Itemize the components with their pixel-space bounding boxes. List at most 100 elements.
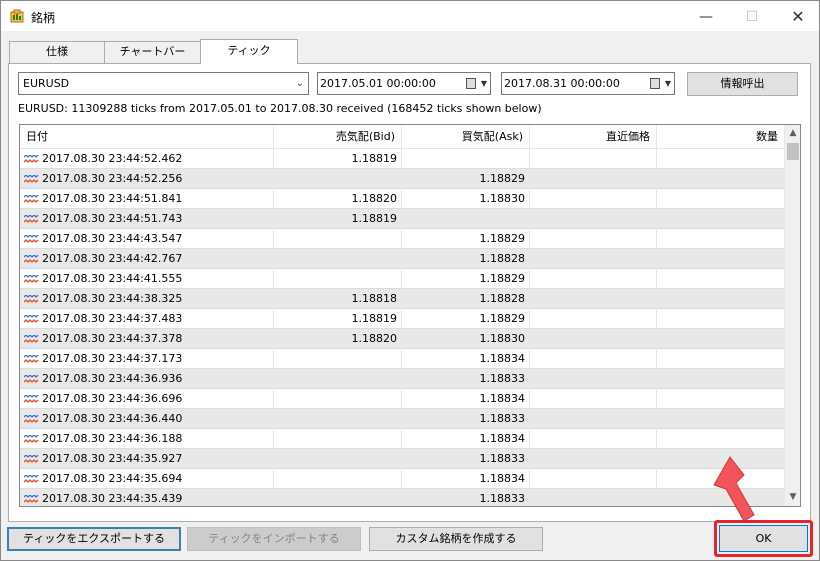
table-row[interactable]: 2017.08.30 23:44:42.767 1.18828: [20, 249, 784, 269]
cell-bid: 1.18819: [274, 209, 402, 229]
dropdown-arrow-icon[interactable]: ▼: [665, 73, 671, 94]
table-row[interactable]: 2017.08.30 23:44:36.188 1.18834: [20, 429, 784, 449]
cell-date: 2017.08.30 23:44:51.841: [20, 189, 274, 209]
table-row[interactable]: 2017.08.30 23:44:35.439 1.18833: [20, 489, 784, 506]
column-header-date[interactable]: 日付: [20, 125, 274, 149]
tab-chart-bars[interactable]: チャートバー: [104, 41, 201, 63]
cell-ask: [402, 209, 530, 229]
tick-wave-icon: [24, 495, 39, 503]
cell-last: [530, 349, 657, 369]
table-row[interactable]: 2017.08.30 23:44:51.841 1.18820 1.18830: [20, 189, 784, 209]
cell-bid: 1.18820: [274, 329, 402, 349]
tick-wave-icon: [24, 355, 39, 363]
cell-date: 2017.08.30 23:44:52.462: [20, 149, 274, 169]
cell-date: 2017.08.30 23:44:37.378: [20, 329, 274, 349]
calendar-icon[interactable]: [466, 78, 476, 89]
table-row[interactable]: 2017.08.30 23:44:36.936 1.18833: [20, 369, 784, 389]
cell-bid: [274, 489, 402, 506]
cell-ask: 1.18828: [402, 249, 530, 269]
cell-date: 2017.08.30 23:44:36.936: [20, 369, 274, 389]
cell-volume: [657, 209, 784, 229]
cell-ask: 1.18828: [402, 289, 530, 309]
cell-ask: 1.18829: [402, 309, 530, 329]
column-header-last[interactable]: 直近価格: [530, 125, 657, 149]
cell-volume: [657, 149, 784, 169]
table-row[interactable]: 2017.08.30 23:44:36.440 1.18833: [20, 409, 784, 429]
table-row[interactable]: 2017.08.30 23:44:37.483 1.18819 1.18829: [20, 309, 784, 329]
tab-ticks[interactable]: ティック: [200, 39, 298, 64]
cell-last: [530, 269, 657, 289]
column-header-bid[interactable]: 売気配(Bid): [274, 125, 402, 149]
cell-date: 2017.08.30 23:44:41.555: [20, 269, 274, 289]
cell-volume: [657, 229, 784, 249]
cell-bid: [274, 269, 402, 289]
tick-wave-icon: [24, 435, 39, 443]
chevron-down-icon: ⌄: [295, 78, 304, 89]
maximize-icon: ☐: [745, 8, 759, 25]
ticks-table[interactable]: 日付 売気配(Bid) 買気配(Ask) 直近価格 数量 2017.08.30 …: [19, 124, 801, 507]
tick-wave-icon: [24, 395, 39, 403]
symbol-select[interactable]: EURUSD ⌄: [18, 72, 309, 95]
cell-ask: 1.18834: [402, 349, 530, 369]
cell-bid: [274, 369, 402, 389]
maximize-button[interactable]: ☐: [729, 1, 775, 32]
table-row[interactable]: 2017.08.30 23:44:51.743 1.18819: [20, 209, 784, 229]
tab-specification[interactable]: 仕様: [9, 41, 105, 63]
cell-bid: [274, 469, 402, 489]
cell-bid: 1.18818: [274, 289, 402, 309]
cell-last: [530, 429, 657, 449]
vertical-scrollbar[interactable]: ▲ ▼: [784, 125, 800, 506]
cell-last: [530, 389, 657, 409]
column-header-volume[interactable]: 数量: [657, 125, 784, 149]
table-row[interactable]: 2017.08.30 23:44:52.462 1.18819: [20, 149, 784, 169]
request-data-button[interactable]: 情報呼出: [687, 72, 798, 96]
table-row[interactable]: 2017.08.30 23:44:37.173 1.18834: [20, 349, 784, 369]
date-from-field[interactable]: 2017.05.01 00:00:00 ▼: [317, 72, 491, 95]
tick-wave-icon: [24, 455, 39, 463]
cell-date: 2017.08.30 23:44:51.743: [20, 209, 274, 229]
cell-date: 2017.08.30 23:44:35.694: [20, 469, 274, 489]
calendar-icon[interactable]: [650, 78, 660, 89]
minimize-button[interactable]: —: [683, 1, 729, 32]
column-header-ask[interactable]: 買気配(Ask): [402, 125, 530, 149]
scroll-up-icon[interactable]: ▲: [785, 125, 800, 142]
cell-bid: [274, 429, 402, 449]
cell-ask: 1.18833: [402, 369, 530, 389]
table-row[interactable]: 2017.08.30 23:44:41.555 1.18829: [20, 269, 784, 289]
ok-button[interactable]: OK: [719, 525, 808, 552]
tick-wave-icon: [24, 215, 39, 223]
close-button[interactable]: ✕: [775, 1, 820, 32]
table-row[interactable]: 2017.08.30 23:44:35.694 1.18834: [20, 469, 784, 489]
table-row[interactable]: 2017.08.30 23:44:52.256 1.18829: [20, 169, 784, 189]
table-row[interactable]: 2017.08.30 23:44:37.378 1.18820 1.18830: [20, 329, 784, 349]
table-row[interactable]: 2017.08.30 23:44:38.325 1.18818 1.18828: [20, 289, 784, 309]
tick-wave-icon: [24, 275, 39, 283]
dropdown-arrow-icon[interactable]: ▼: [481, 73, 487, 94]
cell-ask: 1.18829: [402, 169, 530, 189]
cell-ask: 1.18833: [402, 409, 530, 429]
create-custom-symbol-button[interactable]: カスタム銘柄を作成する: [369, 527, 543, 551]
table-row[interactable]: 2017.08.30 23:44:43.547 1.18829: [20, 229, 784, 249]
close-icon: ✕: [791, 7, 805, 26]
tick-wave-icon: [24, 335, 39, 343]
cell-last: [530, 249, 657, 269]
export-ticks-button[interactable]: ティックをエクスポートする: [7, 527, 181, 551]
tick-wave-icon: [24, 375, 39, 383]
cell-bid: [274, 249, 402, 269]
cell-last: [530, 449, 657, 469]
cell-last: [530, 169, 657, 189]
cell-ask: 1.18834: [402, 429, 530, 449]
scrollbar-thumb[interactable]: [787, 143, 799, 160]
cell-date: 2017.08.30 23:44:38.325: [20, 289, 274, 309]
cell-date: 2017.08.30 23:44:36.440: [20, 409, 274, 429]
symbol-window-icon: [10, 9, 24, 23]
window-title: 銘柄: [31, 11, 56, 25]
date-to-field[interactable]: 2017.08.31 00:00:00 ▼: [501, 72, 675, 95]
scroll-down-icon[interactable]: ▼: [785, 489, 800, 506]
import-ticks-button[interactable]: ティックをインポートする: [187, 527, 361, 551]
table-row[interactable]: 2017.08.30 23:44:35.927 1.18833: [20, 449, 784, 469]
table-row[interactable]: 2017.08.30 23:44:36.696 1.18834: [20, 389, 784, 409]
tick-wave-icon: [24, 155, 39, 163]
minimize-icon: —: [699, 8, 713, 25]
cell-ask: 1.18830: [402, 329, 530, 349]
